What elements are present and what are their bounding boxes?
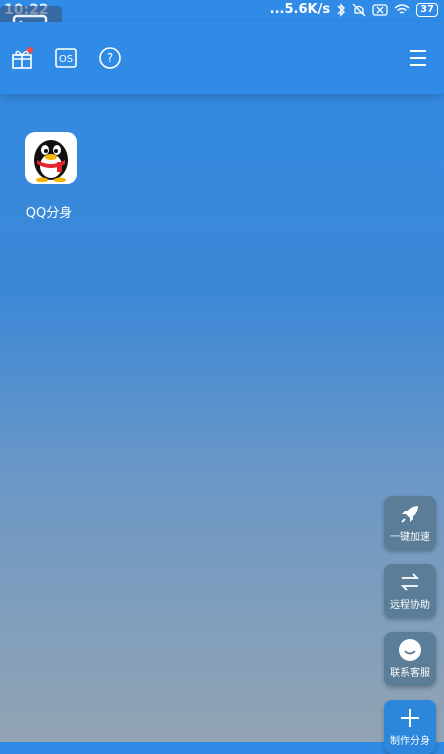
bluetooth-icon bbox=[337, 2, 346, 17]
help-button[interactable]: ? bbox=[98, 46, 122, 70]
smiley-icon bbox=[399, 639, 421, 661]
gift-icon bbox=[12, 47, 33, 69]
network-speed: ...5.6K/s bbox=[269, 2, 331, 17]
wifi-icon bbox=[394, 3, 410, 14]
boost-button[interactable]: 一键加速 bbox=[384, 496, 436, 550]
contact-support-button[interactable]: 联系客服 bbox=[384, 632, 436, 686]
remote-assist-button[interactable]: 远程协助 bbox=[384, 564, 436, 618]
sim-off-icon bbox=[372, 3, 388, 16]
os-button[interactable]: OS bbox=[54, 46, 78, 70]
status-bar: 10:22 ...5.6K/s 37 bbox=[0, 0, 444, 22]
rocket-icon bbox=[401, 506, 418, 523]
status-indicators: ...5.6K/s 37 bbox=[270, 2, 438, 17]
mute-bell-icon bbox=[352, 3, 366, 16]
help-icon: ? bbox=[99, 47, 121, 69]
menu-icon bbox=[410, 50, 426, 66]
battery-indicator: 37 bbox=[416, 2, 438, 17]
fab-label: 制作分身 bbox=[390, 736, 430, 747]
top-app-bar: OS ? bbox=[0, 22, 444, 94]
gift-button[interactable] bbox=[10, 46, 34, 70]
help-label: ? bbox=[107, 51, 113, 65]
app-tile-qq[interactable]: QQ分身 bbox=[18, 132, 86, 221]
qq-penguin-icon bbox=[25, 132, 77, 184]
fab-label: 联系客服 bbox=[390, 668, 430, 679]
app-label: QQ分身 bbox=[25, 206, 73, 221]
transfer-arrows-icon bbox=[400, 573, 420, 591]
os-icon: OS bbox=[55, 48, 77, 68]
os-label: OS bbox=[59, 54, 73, 65]
fab-label: 远程协助 bbox=[390, 600, 430, 611]
plus-icon bbox=[401, 709, 419, 727]
create-clone-button[interactable]: 制作分身 bbox=[384, 700, 436, 754]
menu-button[interactable] bbox=[406, 46, 430, 70]
fab-label: 一键加速 bbox=[390, 532, 430, 543]
